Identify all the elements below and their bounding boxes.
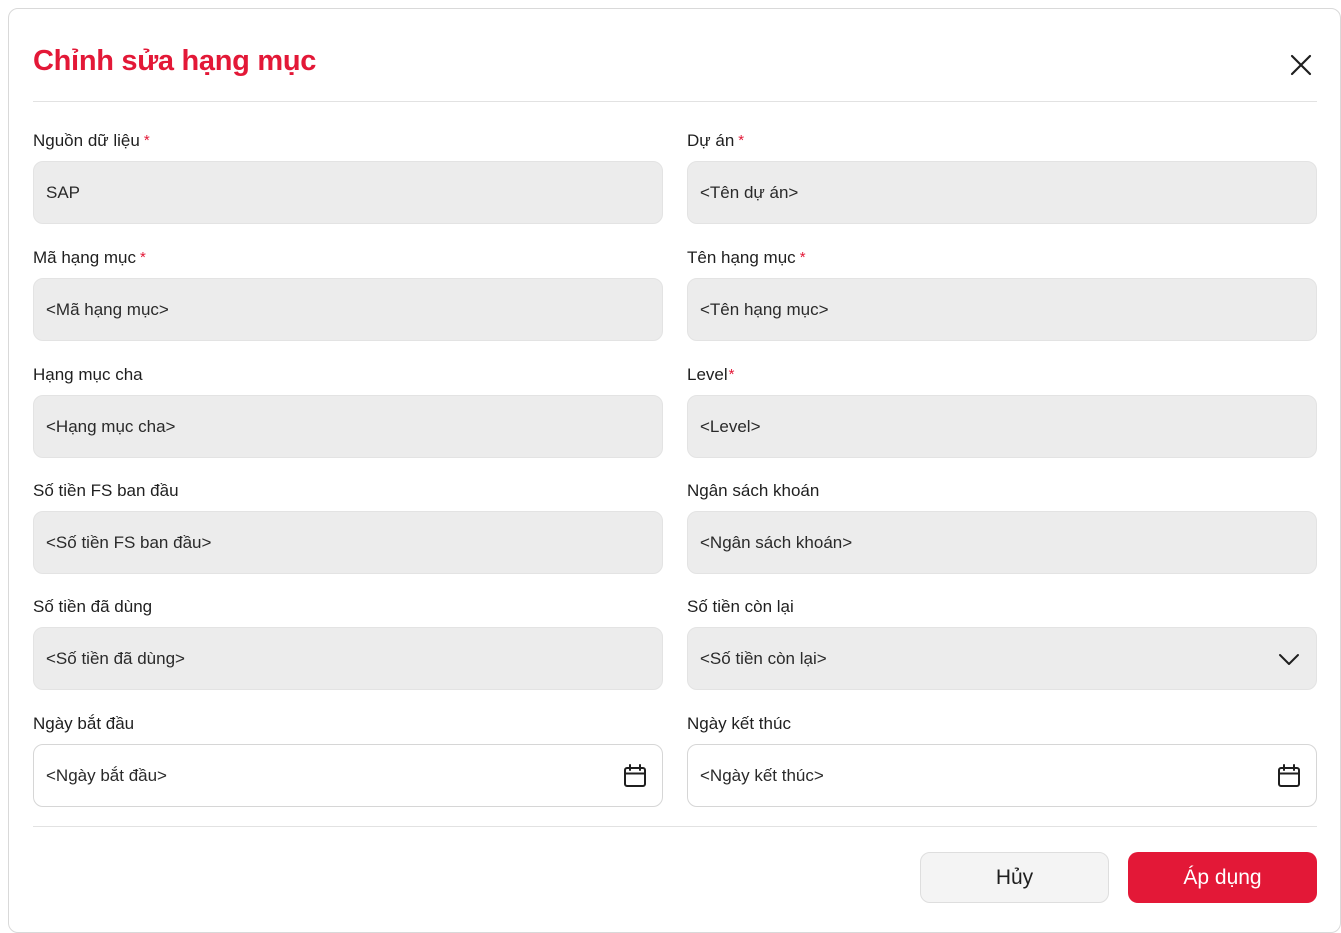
item-code-label: Mã hạng mục bbox=[33, 248, 136, 267]
end-date-placeholder: <Ngày kết thúc> bbox=[700, 765, 824, 785]
data-source-input[interactable]: SAP bbox=[33, 161, 663, 224]
amount-used-placeholder: <Số tiền đã dùng> bbox=[46, 648, 185, 668]
project-label: Dự án bbox=[687, 131, 735, 150]
start-date-input[interactable]: <Ngày bắt đầu> bbox=[33, 744, 663, 807]
lump-sum-budget-field: Ngân sách khoán <Ngân sách khoán> bbox=[687, 480, 1317, 574]
amount-remaining-select[interactable]: <Số tiền còn lại> bbox=[687, 627, 1317, 690]
data-source-label: Nguồn dữ liệu bbox=[33, 131, 140, 150]
project-field: Dự án * <Tên dự án> bbox=[687, 130, 1317, 224]
edit-item-dialog: Chỉnh sửa hạng mục Nguồn dữ liệu * SAP D… bbox=[8, 8, 1341, 933]
parent-item-input[interactable]: <Hạng mục cha> bbox=[33, 395, 663, 458]
amount-used-input[interactable]: <Số tiền đã dùng> bbox=[33, 627, 663, 690]
item-name-input[interactable]: <Tên hạng mục> bbox=[687, 278, 1317, 341]
lump-sum-budget-placeholder: <Ngân sách khoán> bbox=[700, 532, 853, 552]
end-date-field: Ngày kết thúc <Ngày kết thúc> bbox=[687, 713, 1317, 807]
parent-item-label: Hạng mục cha bbox=[33, 365, 143, 384]
end-date-label: Ngày kết thúc bbox=[687, 714, 791, 733]
level-input[interactable]: <Level> bbox=[687, 395, 1317, 458]
item-name-placeholder: <Tên hạng mục> bbox=[700, 299, 829, 319]
amount-remaining-label: Số tiền còn lại bbox=[687, 597, 794, 616]
item-code-field: Mã hạng mục * <Mã hạng mục> bbox=[33, 247, 663, 341]
start-date-label: Ngày bắt đầu bbox=[33, 714, 135, 733]
project-input[interactable]: <Tên dự án> bbox=[687, 161, 1317, 224]
item-code-input[interactable]: <Mã hạng mục> bbox=[33, 278, 663, 341]
apply-button[interactable]: Áp dụng bbox=[1128, 852, 1317, 903]
level-placeholder: <Level> bbox=[700, 416, 761, 436]
initial-fs-amount-field: Số tiền FS ban đầu <Số tiền FS ban đầu> bbox=[33, 480, 663, 574]
data-source-field: Nguồn dữ liệu * SAP bbox=[33, 130, 663, 224]
amount-remaining-field: Số tiền còn lại <Số tiền còn lại> bbox=[687, 596, 1317, 690]
item-code-placeholder: <Mã hạng mục> bbox=[46, 299, 169, 319]
item-name-field: Tên hạng mục * <Tên hạng mục> bbox=[687, 247, 1317, 341]
lump-sum-budget-label: Ngân sách khoán bbox=[687, 481, 820, 500]
cancel-button[interactable]: Hủy bbox=[920, 852, 1109, 903]
dialog-title: Chỉnh sửa hạng mục bbox=[33, 45, 317, 77]
initial-fs-amount-label: Số tiền FS ban đầu bbox=[33, 481, 179, 500]
amount-used-label: Số tiền đã dùng bbox=[33, 597, 153, 616]
calendar-icon[interactable] bbox=[620, 761, 650, 791]
start-date-field: Ngày bắt đầu <Ngày bắt đầu> bbox=[33, 713, 663, 807]
initial-fs-amount-input[interactable]: <Số tiền FS ban đầu> bbox=[33, 511, 663, 574]
amount-remaining-placeholder: <Số tiền còn lại> bbox=[700, 648, 827, 668]
header-divider bbox=[33, 101, 1317, 102]
data-source-value: SAP bbox=[46, 182, 81, 202]
close-button[interactable] bbox=[1285, 49, 1317, 81]
level-field: Level * <Level> bbox=[687, 364, 1317, 458]
required-marker: * bbox=[140, 249, 146, 266]
footer-divider bbox=[33, 826, 1317, 827]
close-icon bbox=[1290, 54, 1312, 76]
calendar-icon[interactable] bbox=[1274, 761, 1304, 791]
amount-used-field: Số tiền đã dùng <Số tiền đã dùng> bbox=[33, 596, 663, 690]
start-date-placeholder: <Ngày bắt đầu> bbox=[46, 765, 167, 785]
required-marker: * bbox=[799, 249, 806, 266]
chevron-down-icon[interactable] bbox=[1274, 644, 1304, 674]
required-marker: * bbox=[143, 132, 150, 149]
required-marker: * bbox=[738, 132, 745, 149]
end-date-input[interactable]: <Ngày kết thúc> bbox=[687, 744, 1317, 807]
project-placeholder: <Tên dự án> bbox=[700, 182, 799, 202]
level-label: Level bbox=[687, 365, 728, 384]
item-name-label: Tên hạng mục bbox=[687, 248, 796, 267]
lump-sum-budget-input[interactable]: <Ngân sách khoán> bbox=[687, 511, 1317, 574]
required-marker: * bbox=[728, 366, 735, 383]
initial-fs-amount-placeholder: <Số tiền FS ban đầu> bbox=[46, 532, 212, 552]
parent-item-placeholder: <Hạng mục cha> bbox=[46, 416, 176, 436]
parent-item-field: Hạng mục cha <Hạng mục cha> bbox=[33, 364, 663, 458]
